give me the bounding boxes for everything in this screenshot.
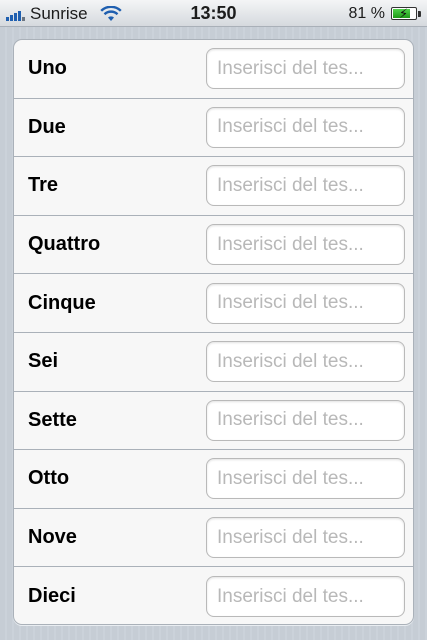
table-row: Cinque [14,274,413,333]
text-input[interactable] [206,224,405,266]
table-row: Sei [14,333,413,392]
text-input[interactable] [206,517,405,559]
table-row: Nove [14,509,413,568]
text-input[interactable] [206,106,405,148]
row-label: Uno [28,57,67,80]
content-area: Uno Due Tre Quattro Cinque Sei Sette Otto Nove Di… [0,27,427,640]
text-input[interactable] [206,48,405,90]
status-bar: Sunrise 13:50 81 % ⚡ [0,0,427,27]
table-row: Due [14,99,413,158]
status-right: 81 % ⚡ [349,3,421,24]
table-row: Sette [14,392,413,451]
row-label: Otto [28,467,70,490]
table-row: Tre [14,157,413,216]
row-label: Tre [28,174,59,197]
table-row: Otto [14,450,413,509]
row-label: Dieci [28,585,76,608]
battery-charging-icon: ⚡ [391,7,417,20]
table-row: Quattro [14,216,413,275]
row-label: Due [28,115,66,138]
bolt-icon: ⚡ [399,6,409,21]
row-label: Sei [28,350,59,373]
table-row: Uno [14,40,413,99]
text-input[interactable] [206,282,405,324]
row-label: Sette [28,408,77,431]
grouped-table: Uno Due Tre Quattro Cinque Sei Sette Otto Nove Di… [13,39,414,625]
text-input[interactable] [206,165,405,207]
text-input[interactable] [206,341,405,383]
row-label: Cinque [28,291,96,314]
table-row: Dieci [14,567,413,624]
row-label: Nove [28,526,77,549]
text-input[interactable] [206,458,405,500]
row-label: Quattro [28,233,101,256]
text-input[interactable] [206,576,405,618]
battery-percent: 81 % [348,4,385,22]
battery-nub [418,10,421,17]
text-input[interactable] [206,399,405,441]
